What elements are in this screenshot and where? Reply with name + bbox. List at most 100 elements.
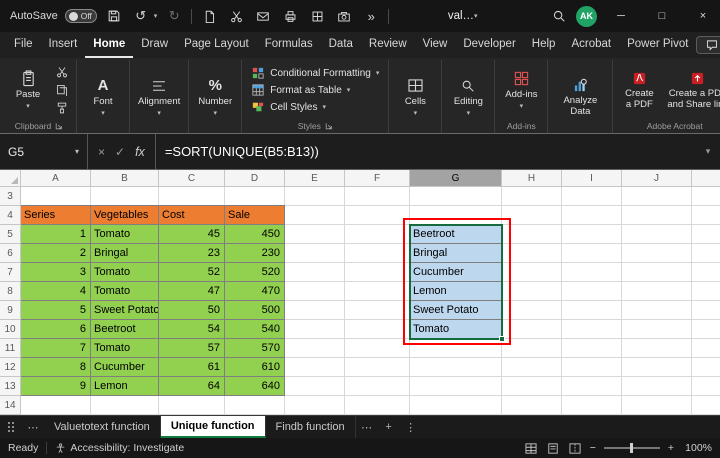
cell-K7[interactable] [692,263,720,282]
close-button[interactable]: × [686,0,720,32]
mail-button[interactable] [253,5,273,27]
cell-C7[interactable]: 52 [159,263,225,282]
cell-G13[interactable] [410,377,502,396]
insert-function-button[interactable]: fx [135,145,145,159]
cell-G10[interactable]: Tomato [410,320,502,339]
row-header-13[interactable]: 13 [0,377,21,396]
add-ins-button[interactable]: Add-ins ▾ [500,68,542,113]
row-header-3[interactable]: 3 [0,187,21,206]
cell-H13[interactable] [502,377,562,396]
cell-I11[interactable] [562,339,622,358]
cell-C5[interactable]: 45 [159,225,225,244]
menu-tab-page-layout[interactable]: Page Layout [176,32,257,58]
cell-G11[interactable] [410,339,502,358]
cell-J8[interactable] [622,282,692,301]
row-header-12[interactable]: 12 [0,358,21,377]
alignment-button[interactable]: Alignment ▾ [135,75,183,120]
menu-tab-file[interactable]: File [6,32,41,58]
cell-F3[interactable] [345,187,410,206]
cell-I7[interactable] [562,263,622,282]
cell-E11[interactable] [285,339,345,358]
row-header-11[interactable]: 11 [0,339,21,358]
paste-button[interactable]: Paste ▾ [7,68,49,113]
menu-tab-formulas[interactable]: Formulas [257,32,321,58]
cell-D13[interactable]: 640 [225,377,285,396]
sheet-tab-valuetotext-function[interactable]: Valuetotext function [44,416,161,438]
cell-D7[interactable]: 520 [225,263,285,282]
cell-J3[interactable] [622,187,692,206]
zoom-out-button[interactable]: − [590,442,596,454]
cell-G4[interactable] [410,206,502,225]
cell-F12[interactable] [345,358,410,377]
cell-B9[interactable]: Sweet Potato [91,301,159,320]
create-pdf-button[interactable]: Createa PDF [618,67,660,113]
cell-G9[interactable]: Sweet Potato [410,301,502,320]
column-header-E[interactable]: E [285,170,345,187]
cell-F4[interactable] [345,206,410,225]
cell-D8[interactable]: 470 [225,282,285,301]
row-header-9[interactable]: 9 [0,301,21,320]
comments-button[interactable]: Comments [696,36,720,54]
cell-A5[interactable]: 1 [20,225,91,244]
column-header-F[interactable]: F [345,170,410,187]
cell-A11[interactable]: 7 [20,339,91,358]
cell-B8[interactable]: Tomato [91,282,159,301]
zoom-slider[interactable] [604,447,660,449]
cell-C9[interactable]: 50 [159,301,225,320]
cell-H5[interactable] [502,225,562,244]
menu-tab-insert[interactable]: Insert [41,32,86,58]
column-header-J[interactable]: J [622,170,692,187]
cell-F14[interactable] [345,396,410,415]
cell-I10[interactable] [562,320,622,339]
cell-H3[interactable] [502,187,562,206]
cell-J13[interactable] [622,377,692,396]
sheet-list-button[interactable] [0,416,22,438]
cut-button[interactable] [226,5,246,27]
number-button[interactable]: % Number ▾ [194,75,236,120]
cell-D9[interactable]: 500 [225,301,285,320]
column-header-A[interactable]: A [21,170,91,187]
cell-K5[interactable] [692,225,720,244]
menu-tab-data[interactable]: Data [321,32,361,58]
cell-B13[interactable]: Lemon [91,377,159,396]
cell-B3[interactable] [91,187,159,206]
format-as-table-button[interactable]: Format as Table ▾ [247,83,383,98]
cell-J5[interactable] [622,225,692,244]
cell-K9[interactable] [692,301,720,320]
borders-button[interactable] [307,5,327,27]
cell-B4[interactable]: Vegetables [91,205,159,225]
formula-input[interactable]: =SORT(UNIQUE(B5:B13)) [156,134,696,169]
cell-C8[interactable]: 47 [159,282,225,301]
cell-C4[interactable]: Cost [159,205,225,225]
cell-A12[interactable]: 8 [20,358,91,377]
formula-bar-expand-button[interactable]: ▾ [696,134,720,169]
cell-B12[interactable]: Cucumber [91,358,159,377]
cell-B6[interactable]: Bringal [91,244,159,263]
cell-J12[interactable] [622,358,692,377]
cell-C3[interactable] [159,187,225,206]
cell-B10[interactable]: Beetroot [91,320,159,339]
select-all-corner[interactable] [0,170,21,187]
cell-G3[interactable] [410,187,502,206]
styles-dialog-launcher[interactable] [325,122,333,130]
name-box[interactable]: G5 ▾ [0,134,88,169]
cell-E12[interactable] [285,358,345,377]
cell-A13[interactable]: 9 [20,377,91,396]
cell-G6[interactable]: Bringal [410,244,502,263]
cell-F7[interactable] [345,263,410,282]
cancel-formula-button[interactable]: × [98,145,105,159]
cell-K12[interactable] [692,358,720,377]
cell-E14[interactable] [285,396,345,415]
cell-J7[interactable] [622,263,692,282]
cell-G7[interactable]: Cucumber [410,263,502,282]
search-button[interactable] [549,5,569,27]
cell-E13[interactable] [285,377,345,396]
cell-I4[interactable] [562,206,622,225]
cell-H7[interactable] [502,263,562,282]
cell-G12[interactable] [410,358,502,377]
cell-C13[interactable]: 64 [159,377,225,396]
menu-tab-developer[interactable]: Developer [455,32,523,58]
menu-tab-view[interactable]: View [415,32,456,58]
cell-G5[interactable]: Beetroot [410,224,502,244]
cell-E6[interactable] [285,244,345,263]
